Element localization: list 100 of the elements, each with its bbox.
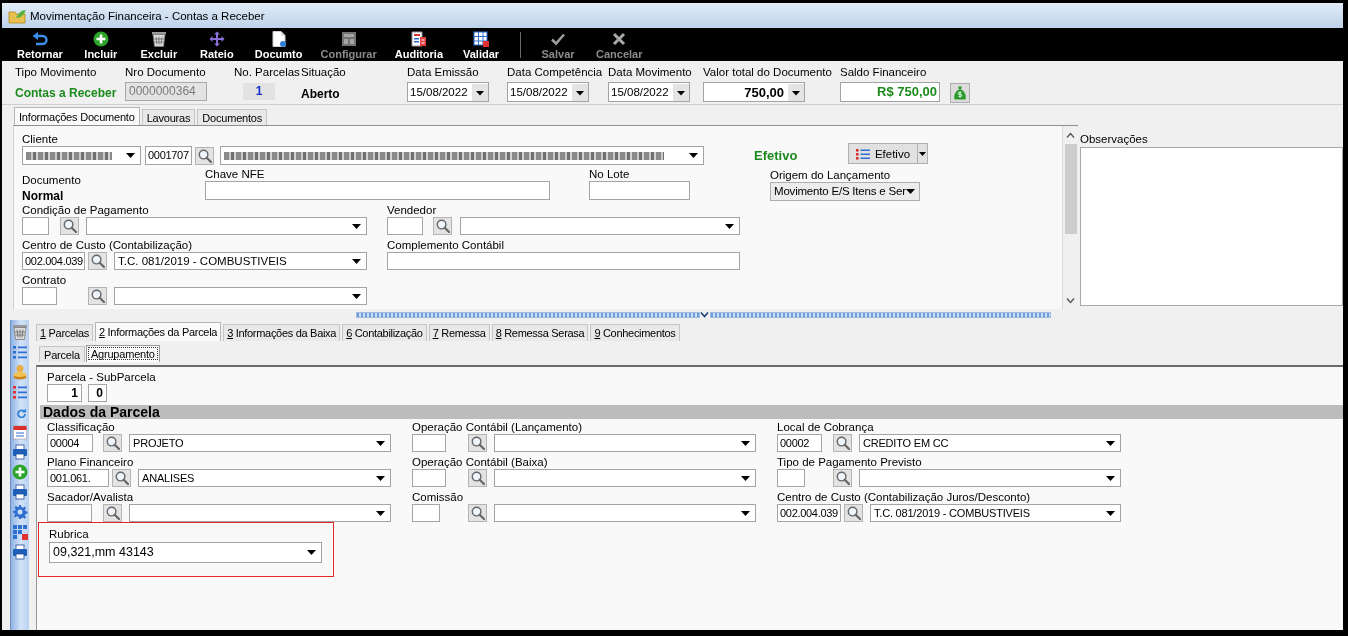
- code-field[interactable]: [412, 504, 440, 522]
- tab[interactable]: 2 Informações da Parcela: [95, 322, 222, 341]
- dropdown-arrow-icon: [741, 440, 750, 446]
- code-field[interactable]: [47, 504, 92, 522]
- field-label: Centro de Custo (Contabilização): [22, 238, 194, 252]
- list-icon: [855, 147, 870, 160]
- tab[interactable]: 6 Contabilização: [342, 324, 427, 341]
- list-icon[interactable]: [12, 384, 28, 400]
- text-field[interactable]: [589, 181, 690, 200]
- code-field[interactable]: 00004: [47, 434, 93, 452]
- trash-icon[interactable]: [12, 324, 28, 340]
- tab[interactable]: Informações Documento: [14, 107, 140, 125]
- status-text: Aberto: [301, 87, 341, 101]
- code-field[interactable]: [22, 287, 57, 305]
- text-field[interactable]: [205, 181, 550, 200]
- printer-icon[interactable]: [12, 444, 28, 460]
- dropdown-field[interactable]: [859, 469, 1121, 487]
- dropdown-field[interactable]: [22, 146, 141, 165]
- code-field[interactable]: [412, 434, 446, 452]
- movement-type: Contas a Receber: [15, 86, 118, 100]
- status-button[interactable]: Efetivo: [848, 143, 918, 164]
- chevron-up-icon[interactable]: [1066, 132, 1075, 138]
- chevron-down-icon[interactable]: [700, 311, 709, 318]
- amount-field[interactable]: 750,00: [703, 82, 805, 102]
- code-field[interactable]: 002.004.039: [22, 252, 85, 270]
- code-field[interactable]: 001.061.: [47, 469, 109, 487]
- tab[interactable]: 8 Remessa Serasa: [491, 324, 589, 341]
- code-field[interactable]: 00002: [777, 434, 822, 452]
- calendar-icon[interactable]: [12, 424, 28, 440]
- date-field[interactable]: 15/08/2022: [507, 82, 589, 102]
- search-button[interactable]: [468, 469, 487, 487]
- field-label: Rubrica: [49, 527, 90, 541]
- tab[interactable]: 9 Conhecimentos: [590, 324, 680, 341]
- search-button[interactable]: [433, 217, 452, 235]
- dropdown-field[interactable]: Movimento E/S Itens e Ser: [770, 182, 920, 201]
- coins-icon[interactable]: [12, 364, 28, 380]
- splitter-grip[interactable]: [710, 311, 1051, 318]
- tab[interactable]: 7 Remessa: [428, 324, 490, 341]
- code-field[interactable]: [412, 469, 446, 487]
- dropdown-field[interactable]: [129, 504, 391, 522]
- code-field[interactable]: [22, 217, 49, 235]
- search-button[interactable]: [112, 469, 131, 487]
- dropdown-button[interactable]: [918, 143, 928, 164]
- installment-field[interactable]: 1: [47, 384, 82, 402]
- search-button[interactable]: [833, 469, 852, 487]
- dropdown-field[interactable]: T.C. 081/2019 - COMBUSTIVEIS: [114, 252, 367, 270]
- date-field[interactable]: 15/08/2022: [608, 82, 690, 102]
- search-button[interactable]: [60, 217, 79, 235]
- observations-field[interactable]: [1080, 147, 1343, 306]
- dropdown-field[interactable]: [494, 434, 756, 452]
- dropdown-arrow-icon: [1106, 510, 1115, 516]
- dropdown-field[interactable]: [460, 217, 740, 235]
- search-button[interactable]: [468, 434, 487, 452]
- search-button[interactable]: [88, 252, 107, 270]
- dropdown-field[interactable]: [86, 217, 367, 235]
- dropdown-field[interactable]: [494, 469, 756, 487]
- code-field[interactable]: 0001707: [145, 146, 192, 165]
- search-button[interactable]: [103, 504, 122, 522]
- tab[interactable]: 1 Parcelas: [36, 324, 93, 341]
- dropdown-field[interactable]: [114, 287, 367, 305]
- text-field[interactable]: [387, 252, 740, 270]
- splitter-grip[interactable]: [356, 311, 700, 318]
- chevron-down-icon[interactable]: [1066, 298, 1075, 304]
- printer-icon[interactable]: [12, 544, 28, 560]
- dropdown-field[interactable]: T.C. 081/2019 - COMBUSTIVEIS: [870, 504, 1121, 522]
- balance-field[interactable]: R$ 750,00: [840, 82, 940, 102]
- dropdown-field[interactable]: PROJETO: [129, 434, 391, 452]
- gear-icon[interactable]: [12, 504, 28, 520]
- tab[interactable]: Parcela: [39, 346, 85, 362]
- balance-button[interactable]: [950, 83, 970, 103]
- printer-icon[interactable]: [12, 484, 28, 500]
- field-label: Observações: [1080, 132, 1149, 146]
- search-button[interactable]: [468, 504, 487, 522]
- field-label: Data Emissão: [407, 65, 480, 79]
- search-button[interactable]: [103, 434, 122, 452]
- grid-icon[interactable]: [12, 524, 28, 540]
- tab[interactable]: 3 Informações da Baixa: [223, 324, 341, 341]
- tab[interactable]: Documentos: [197, 109, 268, 125]
- dropdown-field[interactable]: 09,321,mm 43143: [49, 542, 322, 563]
- tab[interactable]: Agrupamento: [85, 345, 160, 362]
- dropdown-field[interactable]: ANALISES: [138, 469, 391, 487]
- search-button[interactable]: [844, 504, 863, 522]
- scrollbar-thumb[interactable]: [1064, 144, 1077, 234]
- dropdown-arrow-icon: [352, 258, 361, 264]
- search-button[interactable]: [88, 287, 107, 305]
- plus-icon[interactable]: [12, 464, 28, 480]
- tab[interactable]: Lavouras: [141, 109, 196, 125]
- search-button[interactable]: [833, 434, 852, 452]
- sub-installment-field[interactable]: 0: [88, 384, 107, 402]
- dropdown-arrow-icon: [376, 475, 385, 481]
- field-label: Contrato: [22, 273, 68, 287]
- dropdown-field[interactable]: CREDITO EM CC: [859, 434, 1121, 452]
- code-field[interactable]: [777, 469, 805, 487]
- code-field[interactable]: 002.004.039: [777, 504, 841, 522]
- list-icon[interactable]: [12, 344, 28, 360]
- dropdown-field[interactable]: [494, 504, 756, 522]
- search-button[interactable]: [195, 146, 214, 165]
- code-field[interactable]: [387, 217, 423, 235]
- date-field[interactable]: 15/08/2022: [407, 82, 489, 102]
- dropdown-field[interactable]: [220, 146, 704, 165]
